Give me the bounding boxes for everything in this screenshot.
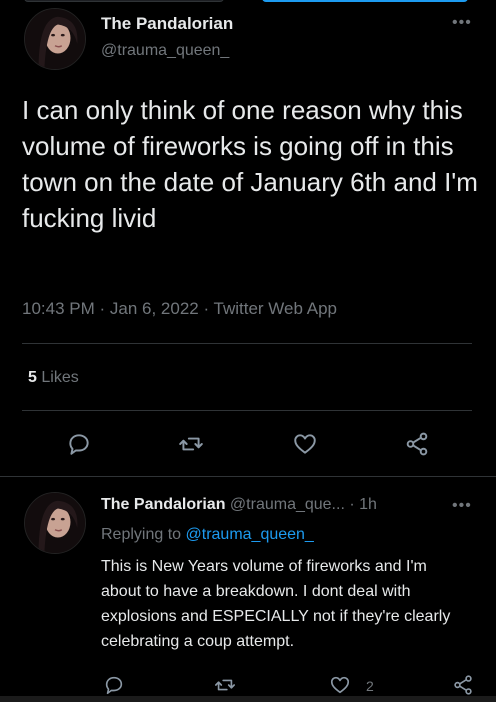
replying-prefix: Replying to (101, 526, 182, 543)
more-options-icon[interactable]: ••• (452, 14, 472, 32)
reply-more-options-icon[interactable]: ••• (452, 497, 472, 515)
share-icon[interactable] (404, 431, 430, 457)
bottom-bar (0, 696, 496, 702)
user-handle[interactable]: @trauma_queen_ (101, 42, 229, 60)
tweet-text: I can only think of one reason why this … (22, 95, 478, 233)
reply-text: This is New Years volume of fireworks an… (101, 558, 451, 650)
replying-to: Replying to @trauma_queen_ (101, 526, 314, 544)
divider (22, 410, 472, 411)
top-button-dark[interactable] (24, 0, 224, 2)
display-name[interactable]: The Pandalorian (101, 14, 233, 34)
top-buttons (0, 0, 496, 4)
top-button-blue[interactable] (262, 0, 468, 2)
like-icon[interactable] (292, 431, 318, 457)
replying-to-handle[interactable]: @trauma_queen_ (186, 526, 314, 543)
reply-like-icon[interactable] (329, 674, 351, 696)
reply-header[interactable]: The Pandalorian @trauma_que... · 1h (101, 496, 377, 514)
reply-retweet-icon[interactable] (214, 674, 236, 696)
reply-reply-icon[interactable] (103, 674, 125, 696)
likes-label: Likes (41, 369, 79, 386)
tweet-separator (0, 476, 496, 477)
reply-icon[interactable] (66, 431, 92, 457)
retweet-icon[interactable] (178, 431, 204, 457)
reply-handle-time[interactable]: @trauma_que... · 1h (230, 496, 377, 513)
avatar[interactable] (24, 8, 86, 70)
tweet-meta[interactable]: 10:43 PM · Jan 6, 2022 · Twitter Web App (22, 299, 337, 319)
reply-avatar[interactable] (24, 492, 86, 554)
reply-like-count: 2 (366, 678, 374, 694)
likes-count: 5 (28, 369, 37, 386)
divider (22, 343, 472, 344)
reply-share-icon[interactable] (452, 674, 474, 696)
likes-stat[interactable]: 5 Likes (28, 369, 79, 387)
reply-display-name[interactable]: The Pandalorian (101, 496, 225, 513)
